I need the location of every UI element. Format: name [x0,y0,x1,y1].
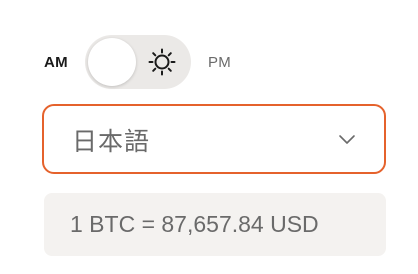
pm-label: PM [207,53,232,71]
language-select-value: 日本語 [72,127,151,156]
switch-knob[interactable] [87,38,136,86]
sun-icon [148,48,176,76]
am-pm-toggle-row: AM PM [44,35,231,89]
exchange-rate-box: 1 BTC = 87,657.84 USD [44,193,386,256]
chevron-down-icon [339,135,355,144]
settings-panel: AM PM 日本語 1 BTC = 87,657.84 USD [0,0,418,274]
am-pm-switch[interactable] [84,35,191,89]
language-select[interactable]: 日本語 [42,104,386,174]
exchange-rate-text: 1 BTC = 87,657.84 USD [70,211,319,237]
am-label: AM [44,53,68,71]
